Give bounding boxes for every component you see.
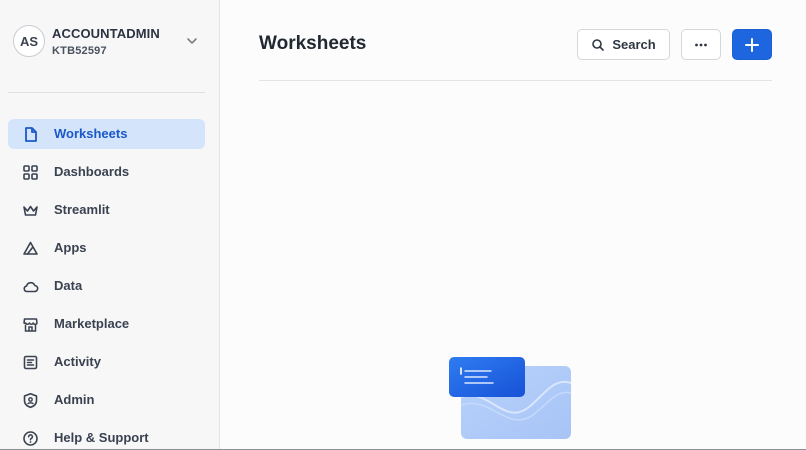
main-content: Worksheets Search [221, 0, 806, 449]
sidebar-item-streamlit[interactable]: Streamlit [8, 195, 205, 225]
sidebar-item-marketplace[interactable]: Marketplace [8, 309, 205, 339]
search-button[interactable]: Search [577, 29, 670, 60]
sidebar-divider [8, 92, 205, 93]
shield-icon [23, 393, 38, 409]
account-switcher[interactable]: AS ACCOUNTADMIN KTB52597 [13, 24, 205, 64]
ellipsis-icon [695, 43, 707, 46]
account-id: KTB52597 [52, 45, 107, 57]
sidebar-item-label: Apps [54, 240, 87, 255]
grid-icon [23, 165, 38, 180]
search-button-label: Search [612, 37, 656, 52]
sidebar-item-dashboards[interactable]: Dashboards [8, 157, 205, 187]
add-worksheet-button[interactable] [732, 29, 772, 60]
sidebar-item-label: Data [54, 278, 83, 293]
plus-icon [745, 37, 759, 52]
empty-state-illustration [449, 357, 572, 439]
page-title: Worksheets [259, 33, 367, 54]
sidebar-item-label: Streamlit [54, 202, 110, 217]
sidebar-item-label: Dashboards [54, 164, 130, 179]
sidebar-item-worksheets[interactable]: Worksheets [8, 119, 205, 149]
sidebar-item-label: Marketplace [54, 316, 130, 331]
sidebar-item-label: Help & Support [54, 430, 149, 445]
sidebar-nav: Worksheets Dashboards Streamlit Apps Dat… [8, 119, 205, 449]
app-window: AS ACCOUNTADMIN KTB52597 Worksheets Dash… [0, 0, 806, 450]
more-options-button[interactable] [681, 29, 721, 60]
sidebar-item-activity[interactable]: Activity [8, 347, 205, 377]
apps-icon [23, 241, 38, 255]
account-role: ACCOUNTADMIN [52, 26, 160, 41]
chevron-down-icon [187, 38, 197, 44]
worksheet-icon [25, 127, 37, 142]
sidebar-item-apps[interactable]: Apps [8, 233, 205, 263]
avatar: AS [13, 25, 45, 57]
sidebar-item-label: Admin [54, 392, 95, 407]
activity-icon [23, 355, 38, 370]
help-icon [23, 431, 38, 446]
sidebar-item-label: Activity [54, 354, 101, 369]
header-divider [259, 80, 772, 81]
sidebar: AS ACCOUNTADMIN KTB52597 Worksheets Dash… [0, 0, 220, 449]
sidebar-item-admin[interactable]: Admin [8, 385, 205, 415]
sidebar-item-label: Worksheets [54, 126, 128, 141]
storefront-icon [23, 318, 38, 332]
crown-icon [23, 205, 38, 216]
search-icon [592, 38, 605, 51]
sidebar-item-help-support[interactable]: Help & Support [8, 423, 205, 449]
sidebar-item-data[interactable]: Data [8, 271, 205, 301]
cloud-icon [23, 281, 39, 293]
